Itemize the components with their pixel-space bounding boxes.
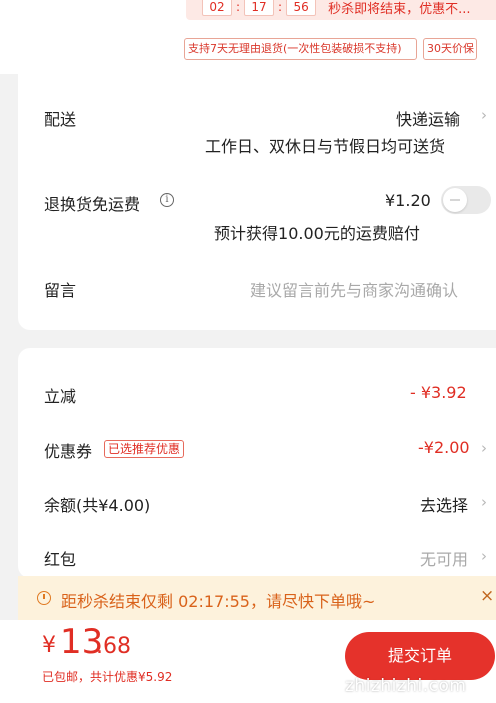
watermark: zhizhizhi.com: [345, 676, 467, 696]
info-icon[interactable]: i: [160, 193, 174, 207]
free-shipping-note: 已包邮: [42, 670, 79, 684]
coupon-value[interactable]: -¥2.00: [418, 438, 470, 457]
total-discount-note: ，共计优惠¥5.92: [78, 670, 173, 684]
message-input[interactable]: 建议留言前先与商家沟通确认: [250, 277, 458, 301]
coupon-badge: 已选推荐优惠: [104, 440, 185, 458]
flash-sale-banner: 距秒杀结束仅剩 02:17:55，请尽快下单哦~ ×: [18, 576, 496, 620]
price-symbol: ¥: [42, 633, 56, 658]
price-decimal: .68: [96, 634, 131, 659]
delivery-value[interactable]: 快递运输: [396, 106, 460, 130]
red-packet-value[interactable]: 无可用: [420, 546, 468, 570]
chevron-right-icon[interactable]: ›: [481, 547, 487, 565]
countdown-hours: 02: [202, 0, 232, 16]
message-label: 留言: [44, 281, 77, 300]
delivery-sub: 工作日、双休日与节假日均可送货: [205, 137, 446, 156]
coupon-label: 优惠券: [44, 442, 93, 461]
chevron-right-icon[interactable]: ›: [481, 493, 487, 511]
return-fee-toggle[interactable]: [441, 186, 491, 214]
countdown-separator: :: [278, 0, 283, 14]
submit-order-button[interactable]: 提交订单: [345, 632, 495, 680]
return-policy-tag[interactable]: 支持7天无理由退货(一次性包装破损不支持): [184, 38, 417, 60]
chevron-right-icon[interactable]: ›: [481, 439, 487, 457]
balance-label: 余额(共¥4.00): [44, 496, 151, 515]
countdown-text: 秒杀即将结束，优惠不...: [328, 1, 471, 17]
instant-discount-label: 立减: [44, 387, 77, 406]
countdown-separator: :: [236, 0, 241, 14]
price-note: 已包邮，共计优惠¥5.92: [42, 668, 172, 685]
return-fee-sub: 预计获得10.00元的运费赔付: [214, 224, 420, 243]
balance-select[interactable]: 去选择: [420, 492, 468, 516]
delivery-label: 配送: [44, 110, 77, 129]
countdown-seconds: 56: [286, 0, 317, 16]
close-icon[interactable]: ×: [480, 586, 494, 606]
countdown-minutes: 17: [244, 0, 275, 16]
return-fee-price: ¥1.20: [385, 191, 431, 210]
instant-discount-value: - ¥3.92: [410, 383, 467, 402]
price-protect-tag[interactable]: 30天价保: [423, 38, 477, 60]
countdown-row: 02 : 17 : 56 秒杀即将结束，优惠不...: [186, 0, 496, 20]
flash-sale-text: 距秒杀结束仅剩 02:17:55，请尽快下单哦~: [61, 592, 376, 611]
toggle-knob: [443, 188, 467, 212]
chevron-right-icon[interactable]: ›: [481, 106, 487, 124]
red-packet-label: 红包: [44, 550, 77, 569]
return-fee-label: 退换货免运费: [44, 195, 141, 214]
clock-icon: [37, 591, 51, 605]
